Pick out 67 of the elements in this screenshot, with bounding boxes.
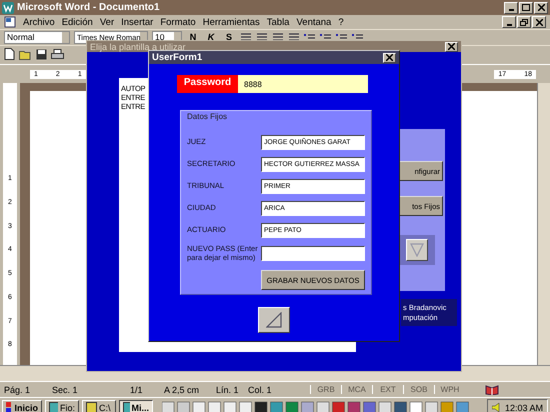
status-mode-indicator: SOB — [403, 385, 434, 394]
status-mode-indicator: WPH — [434, 385, 465, 394]
minimize-button[interactable] — [504, 2, 518, 14]
save-icon[interactable] — [36, 48, 47, 60]
app-icon — [123, 402, 130, 412]
down-button[interactable] — [406, 239, 428, 261]
password-field[interactable]: 8888 — [238, 75, 368, 93]
print-icon[interactable] — [51, 48, 64, 60]
close-button[interactable] — [532, 16, 546, 28]
dialog-title: Elija la plantilla a utilizar — [90, 42, 186, 52]
menu-item[interactable]: Formato — [160, 16, 196, 28]
userform-title: UserForm1 — [152, 52, 202, 63]
menu-item[interactable]: Tabla — [266, 16, 290, 28]
vertical-scrollbar[interactable] — [537, 83, 550, 365]
format-button[interactable]: N — [186, 31, 200, 44]
down-triangle-icon — [410, 243, 424, 257]
status-text: A 2,5 cm — [164, 384, 200, 394]
close-button[interactable] — [534, 2, 548, 14]
word-app-icon — [2, 2, 14, 14]
menu-item[interactable]: Edición — [62, 16, 93, 28]
clock: 12:03 AM — [504, 402, 543, 412]
icon-button[interactable] — [258, 307, 290, 333]
close-button[interactable] — [383, 52, 396, 62]
maximize-button[interactable] — [519, 2, 533, 14]
app-icon — [86, 402, 97, 412]
maximize-icon — [522, 4, 530, 11]
menu-item[interactable]: ? — [338, 16, 344, 28]
menu-item[interactable]: Archivo — [23, 16, 55, 28]
status-text: Lín. 1 — [216, 384, 240, 394]
status-mode-indicator: MCA — [341, 385, 372, 394]
format-button[interactable]: K — [204, 31, 218, 44]
status-text: Pág. 1 — [3, 384, 32, 394]
book-icon — [485, 384, 499, 395]
status-mode-indicator: GRB — [310, 385, 341, 394]
status-text: 1/1 — [130, 384, 144, 394]
input-field[interactable] — [261, 246, 365, 261]
close-icon — [448, 43, 455, 50]
app-icon — [49, 402, 58, 412]
windows-logo-icon — [6, 402, 12, 412]
menu-item[interactable]: Ver — [100, 16, 114, 28]
open-folder-icon[interactable] — [19, 48, 32, 60]
close-icon — [538, 4, 544, 11]
frame-title: Datos Fijos — [187, 112, 228, 121]
close-button[interactable] — [445, 42, 458, 52]
restore-button[interactable] — [517, 16, 531, 28]
document-icon[interactable] — [4, 16, 16, 28]
speaker-icon[interactable] — [492, 402, 501, 412]
menu-item[interactable]: Insertar — [121, 16, 154, 28]
style-dropdown[interactable]: Normal — [4, 31, 70, 44]
minimize-button[interactable] — [502, 16, 516, 28]
status-mode-indicator: EXT — [372, 385, 403, 394]
restore-icon — [520, 18, 528, 26]
taskbar-button[interactable]: C:\ — [82, 400, 116, 412]
close-icon — [536, 18, 542, 26]
menu-item[interactable]: Herramientas — [202, 16, 260, 28]
status-text: Col. 1 — [248, 384, 273, 394]
window-title: Microsoft Word - Documento1 — [17, 2, 160, 13]
format-button[interactable]: S — [222, 31, 236, 44]
taskbar-button[interactable]: Mi... — [119, 400, 153, 412]
close-icon — [386, 54, 393, 61]
password-label: Password — [177, 75, 238, 93]
menu-item[interactable]: Ventana — [296, 16, 332, 28]
new-document-icon[interactable] — [4, 48, 15, 60]
taskbar-button[interactable]: Fio: — [45, 400, 79, 412]
start-button[interactable]: Inicio — [2, 400, 42, 412]
left-triangle-icon — [266, 312, 282, 328]
status-text: Sec. 1 — [52, 384, 79, 394]
